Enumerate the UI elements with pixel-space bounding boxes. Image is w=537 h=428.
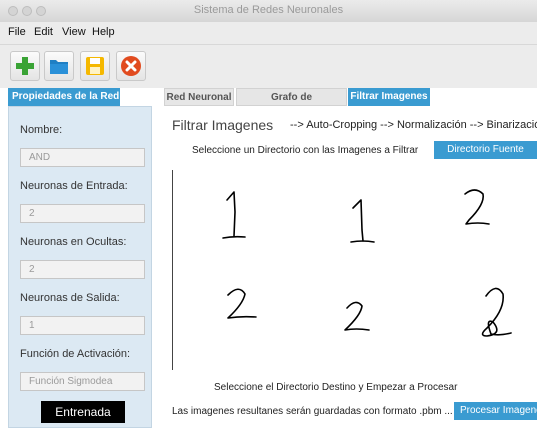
window-title: Sistema de Redes Neuronales [193,4,344,16]
digit-image [227,288,257,319]
input-neurons-label: Neuronas de Entrada: [20,180,128,192]
pipeline-steps: --> Auto-Cropping --> Normalización --> … [290,119,537,131]
tab-grafo-entrenamiento[interactable]: Grafo de Entrenamiento [236,88,347,121]
save-button[interactable] [80,51,110,81]
open-button[interactable] [44,51,74,81]
source-directory-button[interactable]: Directorio Fuente [434,141,537,159]
toolbar [0,44,537,89]
save-icon [86,57,104,75]
add-icon [16,57,34,75]
process-images-button[interactable]: Procesar Imagenes [454,402,537,420]
menu-file[interactable]: File [8,26,26,38]
digit-image [464,189,490,225]
trained-status-button[interactable]: Entrenada [41,401,125,423]
menu-help[interactable]: Help [92,26,115,38]
folder-icon [50,60,68,74]
name-label: Nombre: [20,124,63,136]
new-network-button[interactable] [10,51,40,81]
image-preview [172,170,537,370]
filter-panel: Filtrar Imagenes --> Auto-Cropping --> N… [160,106,537,428]
close-icon [121,56,141,76]
exit-button[interactable] [116,51,146,81]
tab-red-neuronal[interactable]: Red Neuronal [164,88,234,106]
tab-filtrar-imagenes[interactable]: Filtrar Imagenes [348,88,430,106]
destination-hint: Seleccione el Directorio Destino y Empez… [214,382,458,393]
digit-image [481,287,512,337]
window-titlebar: Sistema de Redes Neuronales [0,0,537,23]
main-content: Propiedades de la Red Nombre: AND Neuron… [0,88,537,428]
tab-propiedades[interactable]: Propiedades de la Red [8,88,120,106]
name-field[interactable]: AND [20,148,145,167]
format-note: Las imagenes resultanes serán guardadas … [172,406,453,417]
activation-label: Función de Activación: [20,348,131,360]
menu-edit[interactable]: Edit [34,26,53,38]
hidden-neurons-field[interactable]: 2 [20,260,145,279]
digit-image [222,191,246,239]
properties-panel: Nombre: AND Neuronas de Entrada: 2 Neuro… [8,106,152,428]
output-neurons-label: Neuronas de Salida: [20,292,120,304]
hidden-neurons-label: Neuronas en Ocultas: [20,236,127,248]
digit-image [350,199,375,243]
menu-view[interactable]: View [62,26,86,38]
activation-field[interactable]: Función Sigmodea [20,372,145,391]
input-neurons-field[interactable]: 2 [20,204,145,223]
filter-title: Filtrar Imagenes [172,117,274,133]
menu-bar: File Edit View Help [0,22,537,42]
digit-image [344,301,370,331]
source-hint: Seleccione un Directorio con las Imagene… [192,145,419,156]
output-neurons-field[interactable]: 1 [20,316,145,335]
